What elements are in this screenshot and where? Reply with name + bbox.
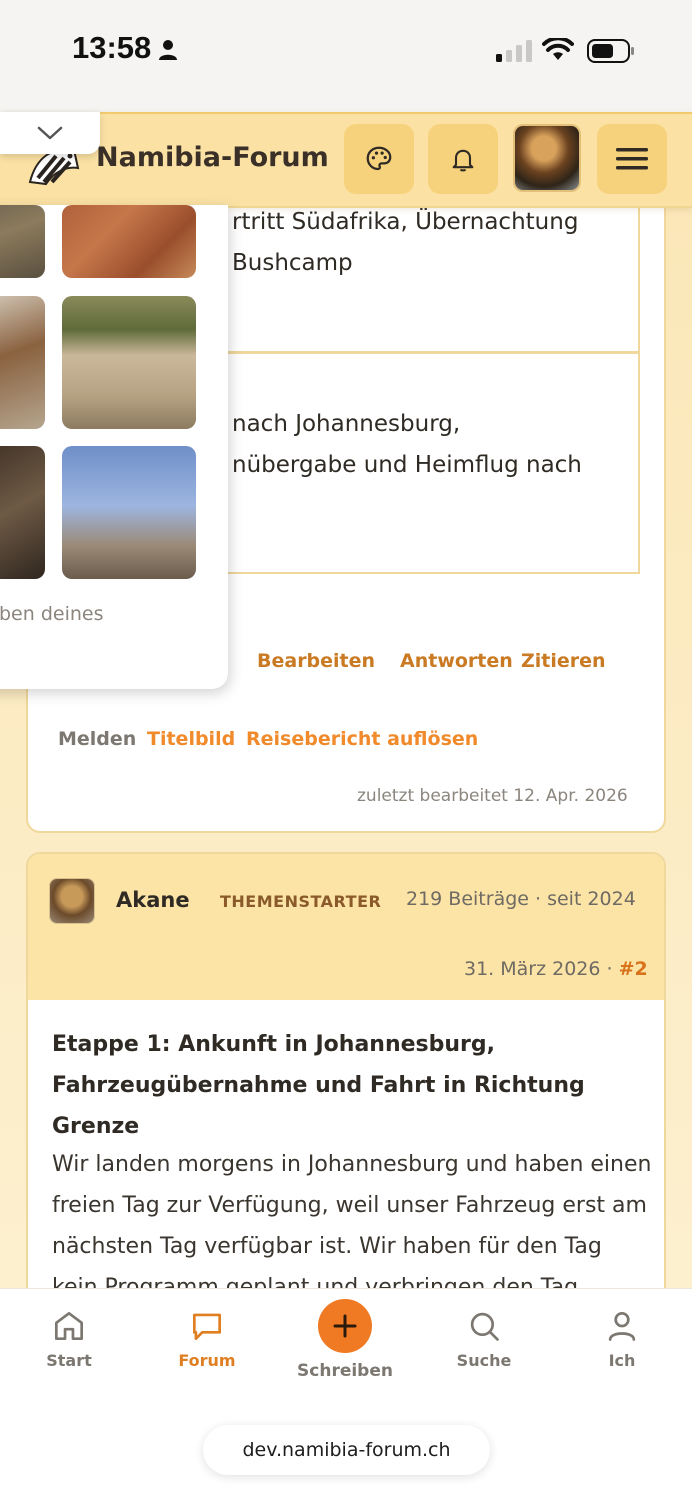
stage-line: rtritt Südafrika, Übernachtung: [232, 209, 579, 235]
tab-search[interactable]: Suche: [429, 1307, 539, 1370]
stage-line: nach Johannesburg,: [232, 411, 461, 437]
cellular-signal-icon: [496, 40, 532, 62]
tab-start[interactable]: Start: [14, 1307, 124, 1370]
post-date: 31. März 2026 ·: [464, 958, 613, 980]
photo-thumbnail[interactable]: [0, 205, 45, 278]
cover-image-link[interactable]: Titelbild: [147, 728, 235, 750]
status-bar: 13:58: [0, 0, 692, 112]
user-icon: [608, 1311, 636, 1341]
report-link[interactable]: Melden: [58, 728, 136, 750]
person-icon: [159, 40, 177, 60]
site-title[interactable]: Namibia-Forum: [96, 142, 329, 173]
status-time: 13:58: [72, 30, 152, 65]
tab-label: Start: [46, 1351, 92, 1370]
post-body: Wir landen morgens in Johannesburg und h…: [52, 1152, 652, 1300]
chevron-down-icon: [37, 126, 63, 140]
photo-thumbnail[interactable]: [62, 296, 196, 429]
post-header: Akane THEMENSTARTER 219 Beiträge · seit …: [28, 854, 664, 1000]
battery-icon: [587, 39, 634, 63]
collapse-button[interactable]: [0, 112, 100, 154]
author-avatar[interactable]: [49, 878, 95, 924]
tab-label: Schreiben: [297, 1361, 393, 1381]
post-date-line: 31. März 2026 · #2: [464, 958, 648, 980]
stage-description: rtritt Südafrika, Übernachtung Bushcamp: [232, 202, 578, 284]
post-number-link[interactable]: #2: [619, 958, 648, 980]
user-avatar[interactable]: [513, 124, 581, 192]
photo-thumbnail[interactable]: [62, 205, 196, 278]
author-name[interactable]: Akane: [116, 888, 190, 912]
post-title: Etappe 1: Ankunft in Johannesburg, Fahrz…: [52, 1032, 585, 1139]
quote-link[interactable]: Zitieren: [521, 650, 606, 672]
compose-button[interactable]: [318, 1299, 372, 1353]
search-icon: [470, 1312, 499, 1341]
photo-thumbnail[interactable]: [62, 446, 196, 579]
bell-icon: [452, 149, 474, 172]
menu-button[interactable]: [597, 124, 667, 194]
tab-label: Suche: [456, 1351, 512, 1370]
wifi-icon: [542, 38, 574, 60]
site-header: Namibia-Forum: [0, 112, 692, 208]
notifications-button[interactable]: [428, 124, 498, 194]
post-card-2: Akane THEMENSTARTER 219 Beiträge · seit …: [26, 852, 666, 1312]
home-icon: [54, 1311, 84, 1341]
theme-button[interactable]: [344, 124, 414, 194]
popup-caption: staben deines: [0, 603, 104, 625]
tab-write[interactable]: Schreiben: [290, 1299, 400, 1381]
author-meta: 219 Beiträge · seit 2024: [406, 888, 636, 910]
edit-link[interactable]: Bearbeiten: [257, 650, 375, 672]
chat-bubble-icon: [192, 1313, 222, 1341]
tab-label: Forum: [178, 1351, 236, 1370]
bottom-tab-bar: Start Forum Schreiben Suche Ich dev.nami…: [0, 1288, 692, 1500]
stage-line: Bushcamp: [232, 250, 353, 276]
tab-profile[interactable]: Ich: [567, 1307, 677, 1370]
tab-label: Ich: [608, 1351, 636, 1370]
browser-url-bar[interactable]: dev.namibia-forum.ch: [203, 1425, 490, 1475]
photo-thumbnail[interactable]: [0, 296, 45, 429]
plus-icon: [333, 1314, 357, 1338]
stage-line: nübergabe und Heimflug nach: [232, 452, 582, 478]
stage-description: nach Johannesburg, nübergabe und Heimflu…: [232, 404, 582, 486]
menu-icon: [616, 148, 648, 170]
topic-starter-badge: THEMENSTARTER: [220, 892, 382, 911]
photo-thumbnail[interactable]: [0, 446, 45, 579]
reply-link[interactable]: Antworten: [400, 650, 513, 672]
tab-forum[interactable]: Forum: [152, 1307, 262, 1370]
palette-icon: [366, 146, 392, 171]
dissolve-report-link[interactable]: Reisebericht auflösen: [246, 728, 478, 750]
photo-picker-popup: staben deines: [0, 205, 228, 689]
edited-timestamp: zuletzt bearbeitet 12. Apr. 2026: [357, 786, 628, 806]
